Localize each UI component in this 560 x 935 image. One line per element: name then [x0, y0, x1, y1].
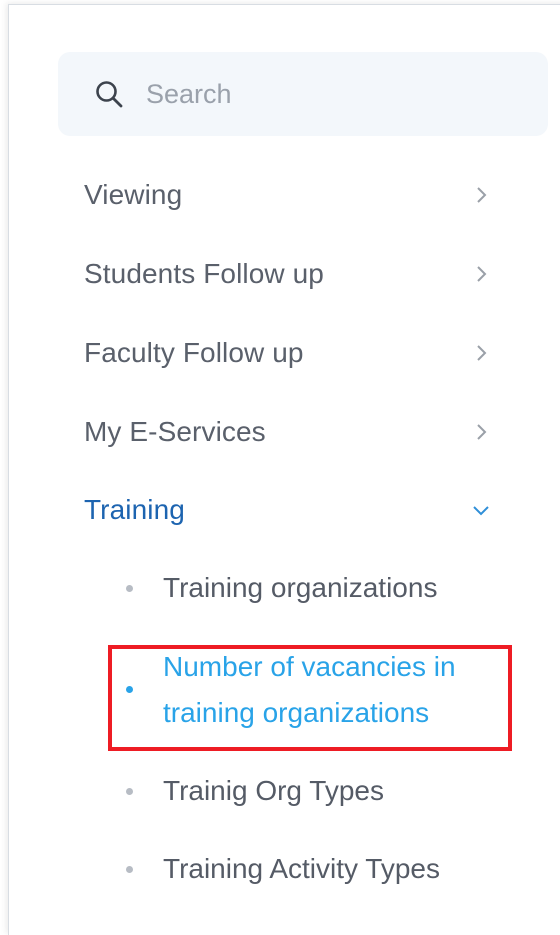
sidebar-item-label: Training — [84, 494, 185, 525]
chevron-down-icon — [469, 501, 493, 519]
search-icon — [94, 79, 124, 109]
chevron-right-icon — [472, 183, 490, 207]
sidebar-item-viewing[interactable]: Viewing — [84, 170, 504, 220]
submenu-item-label: Training organizations — [163, 572, 438, 603]
submenu-item-label: Training Activity Types — [163, 853, 441, 884]
sidebar-item-label: Viewing — [84, 179, 183, 210]
submenu-item-label: Number of vacancies in training organiza… — [163, 651, 456, 728]
submenu-item-number-of-vacancies[interactable]: Number of vacancies in training organiza… — [126, 644, 476, 736]
sidebar-item-students-follow-up[interactable]: Students Follow up — [84, 249, 504, 299]
bullet-icon — [126, 686, 133, 693]
sidebar-item-label: Faculty Follow up — [84, 337, 304, 368]
sidebar-item-label: My E-Services — [84, 416, 266, 447]
submenu-item-label: Trainig Org Types — [163, 775, 384, 806]
chevron-right-icon — [472, 420, 490, 444]
search-input[interactable] — [146, 78, 506, 110]
submenu-item-training-activity-types[interactable]: Training Activity Types — [126, 846, 526, 892]
sidebar-item-label: Students Follow up — [84, 258, 324, 289]
chevron-right-icon — [472, 262, 490, 286]
sidebar-item-my-e-services[interactable]: My E-Services — [84, 407, 504, 457]
chevron-right-icon — [472, 341, 490, 365]
submenu-item-training-organizations[interactable]: Training organizations — [126, 565, 526, 611]
sidebar-item-faculty-follow-up[interactable]: Faculty Follow up — [84, 328, 504, 378]
bullet-icon — [126, 585, 133, 592]
sidebar-item-training[interactable]: Training — [84, 485, 504, 535]
search-box[interactable] — [58, 52, 548, 136]
submenu-item-trainig-org-types[interactable]: Trainig Org Types — [126, 768, 526, 814]
bullet-icon — [126, 788, 133, 795]
bullet-icon — [126, 866, 133, 873]
